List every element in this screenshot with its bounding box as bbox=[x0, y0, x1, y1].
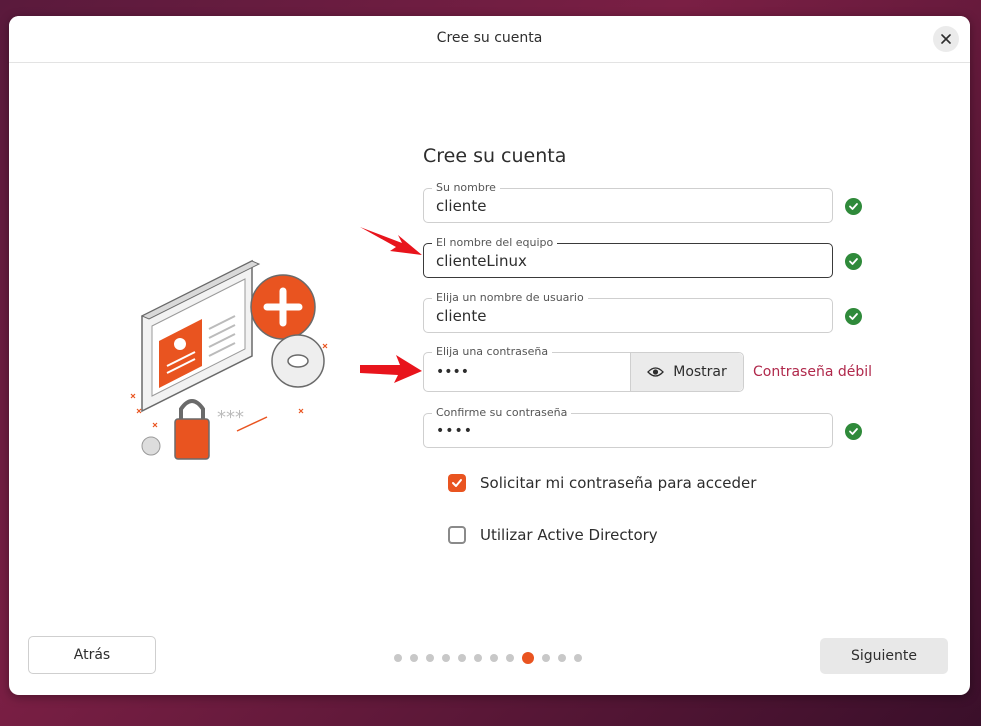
progress-dot-current bbox=[522, 652, 534, 664]
progress-dot bbox=[474, 654, 482, 662]
close-button[interactable] bbox=[933, 26, 959, 52]
checkbox-checked-icon bbox=[452, 479, 462, 487]
next-button[interactable]: Siguiente bbox=[820, 638, 948, 674]
close-icon bbox=[941, 34, 951, 44]
show-password-label: Mostrar bbox=[673, 364, 727, 380]
progress-dots bbox=[394, 652, 582, 664]
require-password-checkbox[interactable] bbox=[448, 474, 466, 492]
active-directory-checkbox[interactable] bbox=[448, 526, 466, 544]
progress-dot bbox=[442, 654, 450, 662]
window-title: Cree su cuenta bbox=[436, 30, 543, 46]
check-icon bbox=[849, 203, 858, 210]
progress-dot bbox=[506, 654, 514, 662]
active-directory-label: Utilizar Active Directory bbox=[480, 526, 658, 544]
active-directory-option[interactable]: Utilizar Active Directory bbox=[448, 526, 658, 544]
progress-dot bbox=[542, 654, 550, 662]
progress-dot bbox=[574, 654, 582, 662]
name-field-label: Su nombre bbox=[432, 181, 500, 194]
confirm-password-label: Confirme su contraseña bbox=[432, 406, 572, 419]
progress-dot bbox=[490, 654, 498, 662]
installer-window: Cree su cuenta *** Cree su cuenta Su nom… bbox=[9, 16, 970, 695]
show-password-button[interactable]: Mostrar bbox=[630, 353, 743, 391]
account-illustration: *** bbox=[130, 259, 328, 460]
confirm-password-field[interactable]: Confirme su contraseña •••• bbox=[423, 406, 833, 448]
computer-valid-icon bbox=[845, 253, 862, 270]
password-strength: Contraseña débil bbox=[753, 364, 873, 380]
confirm-valid-icon bbox=[845, 423, 862, 440]
progress-dot bbox=[394, 654, 402, 662]
eye-icon bbox=[647, 367, 665, 377]
title-bar: Cree su cuenta bbox=[9, 16, 970, 63]
name-valid-icon bbox=[845, 198, 862, 215]
computer-name-label: El nombre del equipo bbox=[432, 236, 558, 249]
username-field[interactable]: Elija un nombre de usuario cliente bbox=[423, 291, 833, 333]
progress-dot bbox=[410, 654, 418, 662]
computer-name-value: clienteLinux bbox=[436, 252, 527, 270]
progress-dot bbox=[458, 654, 466, 662]
require-password-label: Solicitar mi contraseña para acceder bbox=[480, 474, 757, 492]
name-field[interactable]: Su nombre cliente bbox=[423, 181, 833, 223]
name-field-value: cliente bbox=[436, 197, 487, 215]
check-icon bbox=[849, 428, 858, 435]
back-button[interactable]: Atrás bbox=[28, 636, 156, 674]
progress-dot bbox=[426, 654, 434, 662]
username-value: cliente bbox=[436, 307, 487, 325]
password-field[interactable]: Elija una contraseña •••• Mostrar bbox=[423, 345, 744, 392]
check-icon bbox=[849, 258, 858, 265]
arrow-icon bbox=[360, 227, 422, 255]
progress-dot bbox=[558, 654, 566, 662]
computer-name-field[interactable]: El nombre del equipo clienteLinux bbox=[423, 236, 833, 278]
arrow-icon bbox=[360, 355, 422, 383]
require-password-option[interactable]: Solicitar mi contraseña para acceder bbox=[448, 474, 756, 492]
svg-text:***: *** bbox=[217, 407, 244, 428]
username-label: Elija un nombre de usuario bbox=[432, 291, 588, 304]
check-icon bbox=[849, 313, 858, 320]
confirm-password-value: •••• bbox=[436, 423, 474, 439]
password-value: •••• bbox=[436, 364, 470, 380]
page-heading: Cree su cuenta bbox=[423, 145, 567, 167]
password-label: Elija una contraseña bbox=[432, 345, 553, 358]
username-valid-icon bbox=[845, 308, 862, 325]
